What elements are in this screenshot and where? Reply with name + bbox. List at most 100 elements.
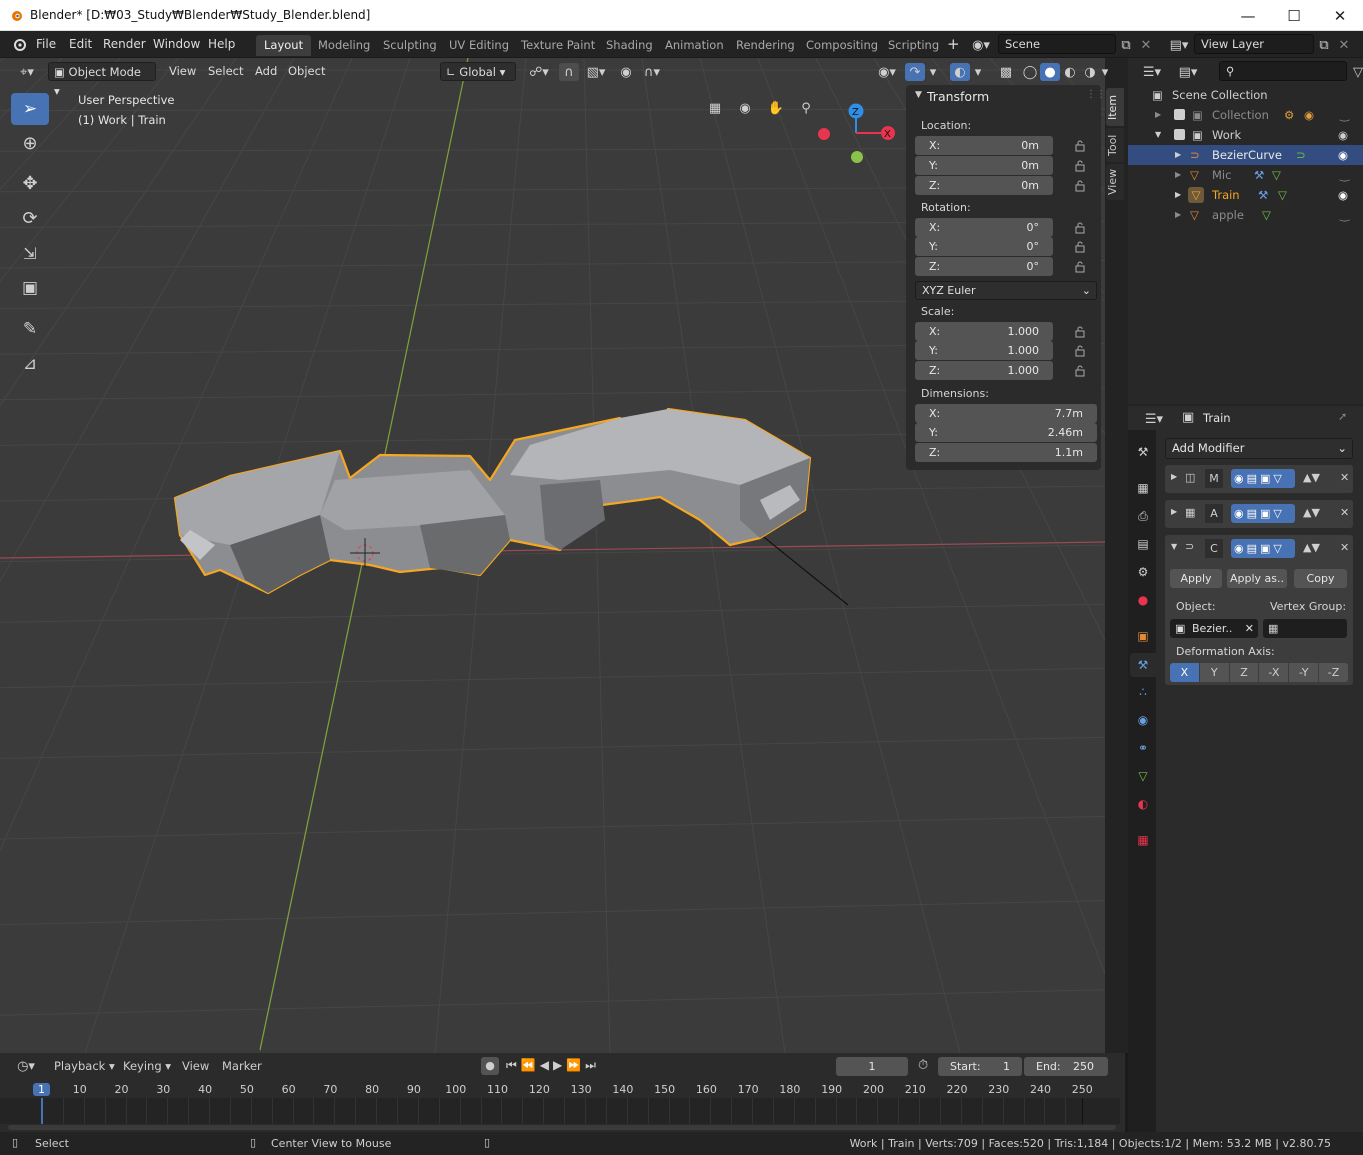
solid-shading-icon[interactable]: ● xyxy=(1040,63,1060,81)
outliner-search-input[interactable]: ⚲ xyxy=(1219,61,1347,81)
tab-sculpting[interactable]: Sculpting xyxy=(375,35,445,56)
end-frame-field[interactable]: End: 250 xyxy=(1024,1057,1108,1076)
toggle-grid-icon[interactable]: ▦ xyxy=(703,96,727,120)
outliner-editor-icon[interactable]: ☰▾ xyxy=(1136,63,1168,81)
properties-editor-icon[interactable]: ☰▾ xyxy=(1138,410,1170,428)
select-box-tool[interactable]: ➢ xyxy=(11,93,49,125)
tab-particles-icon[interactable]: ∴ xyxy=(1135,684,1151,700)
remove-modifier-icon[interactable]: ✕ xyxy=(1340,541,1349,554)
material-shading-icon[interactable]: ◐ xyxy=(1060,63,1080,81)
tab-view-layer-icon[interactable]: ▤ xyxy=(1135,536,1151,552)
rotate-tool[interactable]: ⟳ xyxy=(11,202,49,234)
modifier-mirror[interactable]: ▶ ◫ M ◉▤▣▽ ▲▼ ✕ xyxy=(1165,465,1353,493)
add-modifier-dropdown[interactable]: Add Modifier ⌄ xyxy=(1165,438,1353,459)
copy-button[interactable]: Copy xyxy=(1294,569,1347,588)
tree-row-work[interactable]: ▼ ▣ Work ◉ xyxy=(1128,125,1363,145)
remove-modifier-icon[interactable]: ✕ xyxy=(1340,506,1349,519)
drag-handle-icon[interactable]: ⋮⋮ xyxy=(1086,89,1106,100)
view-layer-icon[interactable]: ▤▾ xyxy=(1166,36,1192,54)
lock-rotation-y-icon[interactable] xyxy=(1074,241,1086,253)
menu-view[interactable]: View xyxy=(164,62,201,81)
display-mode-icon[interactable]: ▤▾ xyxy=(1172,63,1204,81)
expand-arrow-icon[interactable]: ▶ xyxy=(1175,185,1181,205)
tree-row-train[interactable]: ▶ ▽ Train ⚒ ▽ ◉ xyxy=(1128,185,1363,205)
expand-arrow-icon[interactable]: ▶ xyxy=(1175,205,1181,225)
modifier-name-field[interactable]: C xyxy=(1205,539,1223,558)
camera-view-icon[interactable]: ◉ xyxy=(733,96,757,120)
tab-material-icon[interactable]: ◐ xyxy=(1135,796,1151,812)
new-view-layer-icon[interactable]: ⧉ xyxy=(1316,36,1332,54)
timeline-editor-icon[interactable]: ◷▾ xyxy=(10,1057,42,1075)
tab-object-icon[interactable]: ▣ xyxy=(1135,628,1151,644)
scale-z-field[interactable]: Z: 1.000 xyxy=(915,361,1053,380)
snap-magnet-icon[interactable]: ∩ xyxy=(559,63,579,81)
menu-marker[interactable]: Marker xyxy=(222,1059,262,1073)
dimensions-y-field[interactable]: Y: 2.46m xyxy=(915,423,1097,442)
tab-animation[interactable]: Animation xyxy=(657,35,732,56)
current-frame-field[interactable]: 1 xyxy=(836,1057,908,1076)
overlays-dropdown-icon[interactable]: ▾ xyxy=(971,63,985,81)
tab-constraints-icon[interactable]: ⚭ xyxy=(1135,740,1151,756)
cursor-tool[interactable]: ⊕ xyxy=(11,127,49,159)
expand-arrow-icon[interactable]: ▶ xyxy=(1175,165,1181,185)
move-up-down-icon[interactable]: ▲▼ xyxy=(1303,471,1320,484)
tree-row-apple[interactable]: ▶ ▽ apple ▽ ‿ xyxy=(1128,205,1363,225)
tab-object-data-icon[interactable]: ▽ xyxy=(1135,768,1151,784)
annotate-tool[interactable]: ✎ xyxy=(11,313,49,345)
tree-row-scene-collection[interactable]: ▣ Scene Collection xyxy=(1128,85,1363,105)
tab-render-icon[interactable]: ▦ xyxy=(1135,480,1151,496)
modifier-name-field[interactable]: A xyxy=(1205,504,1223,523)
move-up-down-icon[interactable]: ▲▼ xyxy=(1303,506,1320,519)
start-frame-field[interactable]: Start: 1 xyxy=(938,1057,1022,1076)
expand-arrow-icon[interactable]: ▶ xyxy=(1175,145,1181,165)
hidden-eye-icon[interactable]: ‿ xyxy=(1340,105,1349,125)
tree-row-collection[interactable]: ▶ ▣ Collection ⚙ ◉ ‿ xyxy=(1128,105,1363,125)
rendered-shading-icon[interactable]: ◑ xyxy=(1080,63,1100,81)
collapse-arrow-icon[interactable]: ▼ xyxy=(1155,125,1161,145)
remove-view-layer-icon[interactable]: ✕ xyxy=(1336,36,1352,54)
lock-rotation-z-icon[interactable] xyxy=(1074,261,1086,273)
rotation-y-field[interactable]: Y: 0° xyxy=(915,237,1053,256)
rotation-z-field[interactable]: Z: 0° xyxy=(915,257,1053,276)
expand-arrow-icon[interactable]: ▶ xyxy=(1171,507,1177,516)
modifier-array[interactable]: ▶ ▦ A ◉▤▣▽ ▲▼ ✕ xyxy=(1165,500,1353,528)
axis-y-button[interactable]: Y xyxy=(1199,663,1229,682)
tab-layout[interactable]: Layout xyxy=(256,35,312,56)
timeline-scrollbar[interactable] xyxy=(8,1125,1116,1130)
xray-icon[interactable]: ▩ xyxy=(996,63,1016,81)
menu-file[interactable]: File xyxy=(36,37,56,51)
tab-tool[interactable]: Tool xyxy=(1106,128,1124,162)
modifier-name-field[interactable]: M xyxy=(1205,469,1223,488)
overlays-toggle-icon[interactable]: ◐ xyxy=(950,63,970,81)
move-tool[interactable]: ✥ xyxy=(11,167,49,199)
modifier-visibility-toggles[interactable]: ◉▤▣▽ xyxy=(1231,539,1295,558)
hidden-eye-icon[interactable]: ‿ xyxy=(1340,205,1349,225)
tree-row-mic[interactable]: ▶ ▽ Mic ⚒ ▽ ‿ xyxy=(1128,165,1363,185)
lock-location-z-icon[interactable] xyxy=(1074,180,1086,192)
apply-button[interactable]: Apply xyxy=(1170,569,1222,588)
lock-location-x-icon[interactable] xyxy=(1074,140,1086,152)
menu-playback[interactable]: Playback ▾ xyxy=(54,1059,115,1073)
modifier-visibility-toggles[interactable]: ◉▤▣▽ xyxy=(1231,469,1295,488)
playhead[interactable] xyxy=(41,1098,43,1124)
lock-rotation-x-icon[interactable] xyxy=(1074,222,1086,234)
blender-menu-icon[interactable] xyxy=(11,37,27,51)
menu-edit[interactable]: Edit xyxy=(69,37,92,51)
lock-scale-y-icon[interactable] xyxy=(1074,345,1086,357)
pin-icon[interactable]: ➚ xyxy=(1338,410,1347,423)
tab-shading[interactable]: Shading xyxy=(598,35,661,56)
vertex-group-field[interactable]: ▦ xyxy=(1263,619,1347,638)
visibility-icon[interactable]: ◉▾ xyxy=(871,63,903,81)
tab-compositing[interactable]: Compositing xyxy=(798,35,886,56)
orientation-dropdown[interactable]: ∟ Global ▾ xyxy=(440,62,516,81)
menu-keying[interactable]: Keying ▾ xyxy=(123,1059,171,1073)
pivot-icon[interactable]: ☍▾ xyxy=(524,63,554,81)
pan-hand-icon[interactable]: ✋ xyxy=(764,96,788,120)
curve-object-field[interactable]: ▣ Bezier.. ✕ xyxy=(1170,619,1258,638)
menu-object[interactable]: Object xyxy=(283,62,330,81)
mode-dropdown[interactable]: ▣ Object Mode ▾ xyxy=(48,62,156,98)
tab-output-icon[interactable]: ⎙ xyxy=(1135,508,1151,524)
scale-x-field[interactable]: X: 1.000 xyxy=(915,322,1053,341)
dimensions-x-field[interactable]: X: 7.7m xyxy=(915,404,1097,423)
tab-uv-editing[interactable]: UV Editing xyxy=(441,35,517,56)
